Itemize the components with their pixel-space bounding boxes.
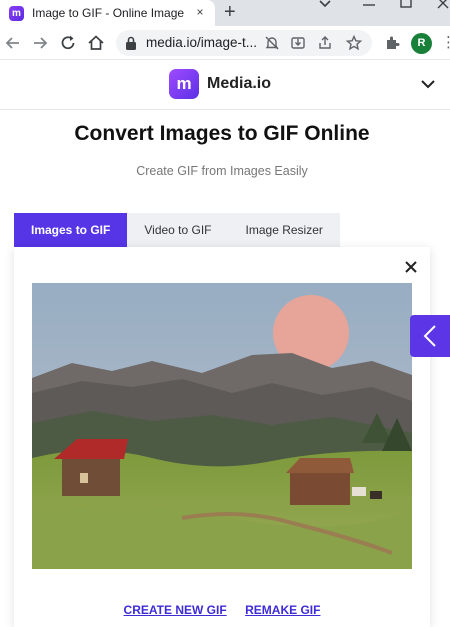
browser-toolbar: media.io/image-t... R ⋮ — [0, 26, 450, 60]
browser-menu-icon[interactable]: ⋮ — [441, 33, 450, 51]
lock-icon[interactable] — [124, 35, 138, 51]
sidebar-toggle-button[interactable] — [410, 315, 450, 357]
browser-tabstrip: m Image to GIF - Online Images to × + — [0, 0, 450, 26]
install-app-icon[interactable] — [289, 34, 307, 52]
mediaio-favicon-icon: m — [9, 5, 24, 21]
back-arrow-icon[interactable] — [3, 33, 23, 53]
browser-tab[interactable]: m Image to GIF - Online Images to × — [0, 0, 215, 26]
tab-image-resizer[interactable]: Image Resizer — [228, 213, 340, 247]
page-title: Convert Images to GIF Online — [74, 122, 370, 145]
close-icon[interactable] — [403, 259, 419, 275]
chevron-down-icon[interactable] — [420, 76, 436, 92]
browser-tab-title: Image to GIF - Online Images to — [32, 6, 184, 20]
result-actions: CREATE NEW GIF REMAKE GIF — [14, 601, 430, 619]
url-text: media.io/image-t... — [146, 35, 258, 50]
gif-preview-image — [32, 283, 412, 569]
window-close-icon[interactable] — [437, 0, 449, 9]
tool-tabs: Images to GIF Video to GIF Image Resizer — [14, 213, 340, 247]
create-new-gif-link[interactable]: CREATE NEW GIF — [124, 603, 227, 617]
brand-name[interactable]: Media.io — [207, 75, 271, 93]
bell-muted-icon[interactable] — [263, 34, 281, 52]
bookmark-star-icon[interactable] — [345, 34, 363, 52]
share-icon[interactable] — [316, 34, 334, 52]
maximize-icon[interactable] — [400, 0, 412, 8]
profile-avatar[interactable]: R — [411, 33, 432, 54]
minimize-icon[interactable] — [362, 3, 376, 7]
page-subtitle: Create GIF from Images Easily — [136, 164, 308, 178]
forward-arrow-icon[interactable] — [30, 33, 50, 53]
reload-icon[interactable] — [58, 33, 78, 53]
site-header: m Media.io — [0, 60, 450, 110]
tab-search-chevron-icon[interactable] — [318, 0, 332, 9]
home-icon[interactable] — [86, 33, 106, 53]
chevron-left-icon — [423, 325, 436, 347]
mediaio-logo-icon[interactable]: m — [169, 69, 199, 99]
tab-video-to-gif[interactable]: Video to GIF — [127, 213, 229, 247]
tab-close-icon[interactable]: × — [193, 5, 207, 19]
address-bar[interactable]: media.io/image-t... — [116, 30, 372, 56]
result-panel: CREATE NEW GIF REMAKE GIF — [14, 247, 430, 627]
extensions-puzzle-icon[interactable] — [382, 33, 402, 53]
remake-gif-link[interactable]: REMAKE GIF — [245, 603, 320, 617]
new-tab-button[interactable]: + — [224, 1, 236, 23]
tab-images-to-gif[interactable]: Images to GIF — [14, 213, 128, 247]
